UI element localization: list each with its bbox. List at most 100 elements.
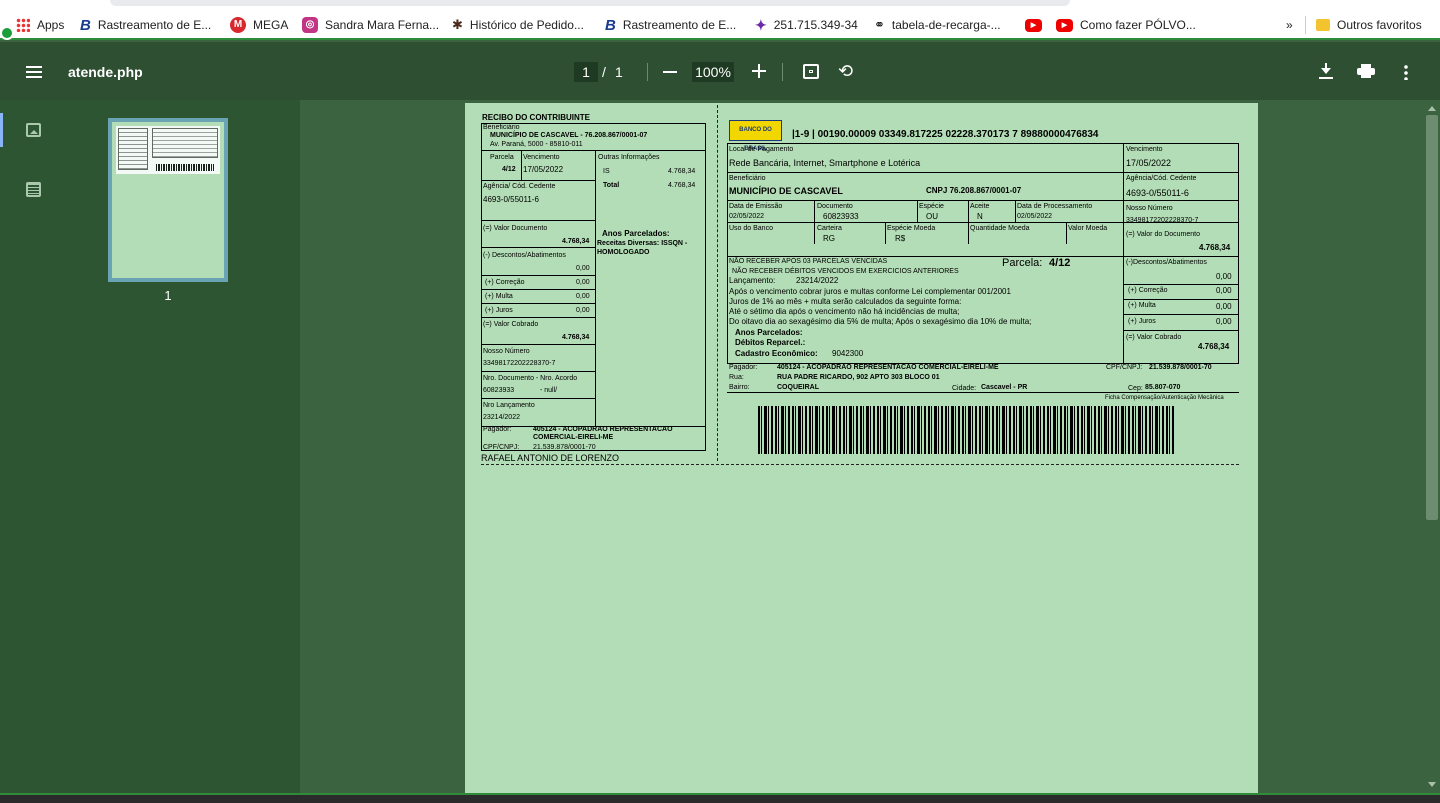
receipt-correcao: 0,00: [576, 279, 590, 286]
desc-label: (-)Descontos/Abatimentos: [1126, 259, 1207, 266]
vertical-scrollbar[interactable]: [1424, 100, 1440, 793]
print-icon[interactable]: [1357, 64, 1375, 78]
thumbnail-page-number: 1: [164, 288, 172, 303]
rule: [1123, 330, 1239, 331]
zoom-input[interactable]: 100%: [692, 62, 734, 82]
rule: [481, 317, 595, 318]
cut-line-horizontal: [481, 464, 1239, 465]
receipt-nosso: 33498172202228370-7: [483, 360, 556, 367]
folder-icon: [1316, 19, 1330, 31]
zoom-in-icon[interactable]: [752, 64, 766, 78]
bookmark-youtube[interactable]: ▶: [1025, 16, 1042, 34]
receipt-anos-text2: HOMOLOGADO: [597, 249, 650, 256]
fit-page-icon[interactable]: [803, 64, 819, 79]
receipt-nro-acordo: - null/: [540, 387, 558, 394]
receipt-benef-name: MUNICÍPIO DE CASCAVEL - 76.208.867/0001-…: [490, 132, 648, 139]
receipt-benef-addr: Av. Paraná, 5000 - 85810-011: [490, 141, 583, 148]
instr-5: Até o sétimo dia após o vencimento não h…: [729, 307, 960, 316]
person-icon: ✦: [755, 16, 767, 33]
scroll-down-arrow[interactable]: [1428, 782, 1436, 787]
rule: [727, 222, 1239, 223]
youtube-icon: ▶: [1025, 18, 1042, 32]
rule: [481, 275, 595, 276]
venc-label: Vencimento: [1126, 146, 1163, 153]
rule: [1066, 222, 1067, 244]
bookmarks-overflow-button[interactable]: »: [1286, 16, 1293, 34]
receipt-cobrado-label: (=) Valor Cobrado: [483, 321, 539, 328]
rule: [968, 200, 969, 222]
carteira-label: Carteira: [817, 225, 842, 232]
receipt-is-value: 4.768,34: [668, 168, 696, 175]
multa-label: (+) Multa: [1128, 302, 1156, 309]
instr-6: Do oitavo dia ao sexagésimo dia 5% de mu…: [729, 317, 1032, 326]
rule: [481, 180, 595, 181]
pagador: 405124 - ACOPADRAO REPRESENTACAO COMERCI…: [777, 364, 999, 371]
emissao-label: Data de Emissão: [729, 203, 783, 210]
page-thumbnail[interactable]: [108, 118, 228, 282]
receipt-multa: 0,00: [576, 293, 590, 300]
bookmark-apps[interactable]: Apps: [16, 16, 64, 34]
bookmark-polvora[interactable]: ▶ Como fazer PÓLVO...: [1056, 16, 1196, 34]
receipt-parcela: 4/12: [502, 166, 516, 173]
receipt-pagador-label: Pagador:: [483, 426, 512, 433]
bookmark-rastreamento-1[interactable]: B Rastreamento de E...: [80, 16, 211, 34]
receipt-parcela-label: Parcela: [490, 154, 514, 161]
download-icon[interactable]: [1318, 63, 1334, 79]
lanc-label: Lançamento:: [729, 276, 776, 285]
scroll-thumb[interactable]: [1426, 115, 1438, 520]
rule: [1123, 299, 1239, 300]
menu-icon[interactable]: [26, 66, 42, 78]
receipt-multa-label: (+) Multa: [485, 293, 513, 300]
linha-digitavel: |1-9 | 00190.00009 03349.817225 02228.37…: [792, 129, 1099, 140]
rule: [727, 172, 1239, 173]
more-options-icon[interactable]: [1404, 64, 1408, 80]
zoom-out-icon[interactable]: [663, 71, 677, 73]
bookmark-historico[interactable]: ✱ Histórico de Pedido...: [452, 16, 584, 34]
parcela: 4/12: [1049, 257, 1071, 269]
extension-icon[interactable]: [0, 26, 14, 40]
outline-view-icon[interactable]: [26, 182, 41, 197]
pdf-toolbar: atende.php 1 / 1 100% ⟲: [0, 42, 1440, 100]
pdf-page: RECIBO DO CONTRIBUINTE Beneficiário MUNI…: [465, 103, 1258, 793]
cep: 85.807-070: [1145, 384, 1181, 391]
page-separator: /: [602, 64, 606, 80]
page-number-input[interactable]: 1: [574, 62, 598, 82]
valor-doc: 4.768,34: [1199, 243, 1231, 252]
bookmark-cpf[interactable]: ✦ 251.715.349-34: [755, 16, 858, 34]
lanc: 23214/2022: [796, 276, 839, 285]
scroll-up-arrow[interactable]: [1428, 106, 1436, 111]
receipt-anos-title: Anos Parcelados:: [602, 229, 670, 238]
valor-moeda-label: Valor Moeda: [1068, 225, 1108, 232]
rotate-icon[interactable]: ⟲: [838, 62, 853, 80]
bookmark-outros-favoritos[interactable]: Outros favoritos: [1316, 16, 1422, 34]
cut-line-vertical: [717, 105, 718, 461]
receipt-nro-doc: 60823933: [483, 387, 515, 394]
pagador-cpf: 21.539.878/0001-70: [1149, 364, 1212, 371]
receipt-pagador-1: 405124 - ACOPADRAO REPRESENTACAO: [533, 426, 673, 433]
page-total: 1: [615, 64, 623, 80]
receipt-nro-lanc: 23214/2022: [483, 414, 520, 421]
bookmark-tabela[interactable]: ⚭ tabela-de-recarga-...: [874, 16, 1001, 34]
bookmark-sandra[interactable]: ◎ Sandra Mara Ferna...: [302, 16, 439, 34]
toolbar-divider: [647, 63, 648, 81]
especie: OU: [926, 212, 938, 221]
receipt-venc-label: Vencimento: [523, 154, 560, 161]
bookmark-mega[interactable]: M MEGA: [230, 16, 288, 34]
receipt-signature: RAFAEL ANTONIO DE LORENZO: [481, 453, 620, 463]
rule: [481, 398, 595, 399]
receipt-valor-doc-label: (=) Valor Documento: [483, 225, 548, 232]
receipt-cpf-label: CPF/CNPJ:: [483, 444, 520, 451]
receipt-total-value: 4.768,34: [668, 182, 696, 189]
apps-grid-icon: [16, 18, 30, 32]
mega-icon: M: [230, 17, 246, 33]
multa: 0,00: [1216, 302, 1232, 311]
thumbnail-view-icon[interactable]: [26, 123, 41, 137]
cidade: Cascavel - PR: [981, 384, 1028, 391]
rule: [1123, 284, 1239, 285]
rule: [968, 222, 969, 244]
receipt-pagador-2: COMERCIAL-EIRELI-ME: [533, 434, 614, 441]
rua-label: Rua:: [729, 374, 744, 381]
sidebar-active-indicator: [0, 113, 3, 147]
bookmark-rastreamento-2[interactable]: B Rastreamento de E...: [605, 16, 736, 34]
qtd-label: Quantidade Moeda: [970, 225, 1030, 232]
